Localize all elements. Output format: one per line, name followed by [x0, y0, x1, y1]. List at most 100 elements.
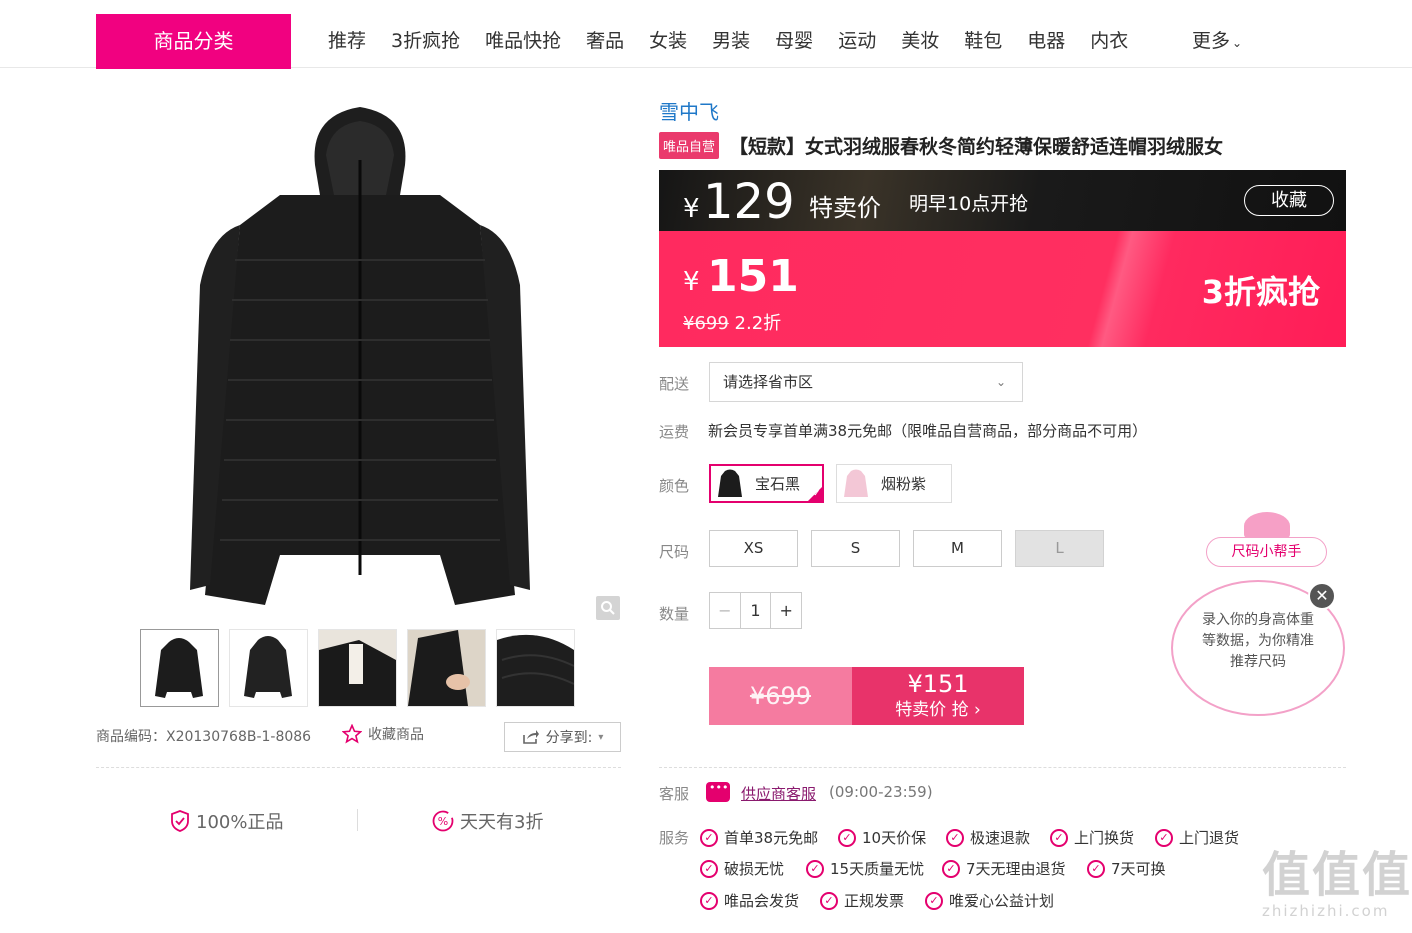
original-price: ¥699 [683, 313, 729, 334]
main-product-image [140, 85, 580, 620]
buy-action-label: 特卖价 抢 [895, 700, 969, 720]
thumbnail-front[interactable] [140, 629, 219, 707]
size-helper-button[interactable]: 尺码小帮手 [1206, 537, 1327, 567]
delivery-label: 配送 [659, 375, 690, 393]
buy-action: 特卖价 抢 › [852, 699, 1024, 721]
service-item-label: 唯品会发货 [724, 892, 800, 910]
service-item: ✓ 7天无理由退货 [942, 858, 1066, 879]
thumbnail-model-closeup[interactable] [318, 629, 397, 707]
thumbnail-detail[interactable] [496, 629, 575, 707]
thumbnail-model-hand[interactable] [407, 629, 486, 707]
sale-start-time: 明早10点开抢 [909, 193, 1029, 215]
nav-item-luxury[interactable]: 奢品 [586, 26, 624, 56]
service-item: ✓ 极速退款 [946, 827, 1030, 848]
check-circle-icon: ✓ [946, 828, 964, 847]
address-select[interactable]: 请选择省市区 ⌄ [709, 362, 1023, 402]
self-operated-badge: 唯品自营 [659, 132, 720, 159]
color-swatch-pink [844, 469, 868, 497]
current-price-banner: ¥ 151 ¥699 2.2折 3折疯抢 [659, 231, 1346, 347]
selected-check-icon [807, 486, 823, 502]
star-icon [342, 724, 362, 744]
watermark-logo: 值值值 [1262, 847, 1412, 903]
current-price-currency: ¥ [683, 267, 700, 297]
percent-icon: % [432, 810, 454, 832]
size-option-l[interactable]: L [1015, 530, 1104, 567]
svg-text:%: % [438, 815, 448, 828]
service-item-label: 唯爱心公益计划 [949, 892, 1055, 910]
favorite-button[interactable]: 收藏 [1244, 185, 1334, 216]
nav-item-beauty[interactable]: 美妆 [901, 26, 939, 56]
category-button[interactable]: 商品分类 [96, 14, 291, 69]
thumbnail-back[interactable] [229, 629, 308, 707]
nav-item-shoes-bags[interactable]: 鞋包 [964, 26, 1002, 56]
product-title: 【短款】女式羽绒服春秋冬简约轻薄保暖舒适连帽羽绒服女 [729, 136, 1224, 158]
nav-item-30-off[interactable]: 3折疯抢 [391, 26, 460, 56]
share-icon [522, 730, 539, 744]
nav-item-flash[interactable]: 唯品快抢 [485, 26, 561, 56]
zoom-icon[interactable] [596, 596, 620, 620]
color-option-black[interactable]: 宝石黑 [709, 464, 824, 503]
original-price-row: ¥699 2.2折 [683, 309, 781, 335]
size-option-xs[interactable]: XS [709, 530, 798, 567]
service-item-label: 10天价保 [862, 829, 927, 847]
close-icon[interactable]: ✕ [1308, 582, 1336, 610]
size-option-m[interactable]: M [913, 530, 1002, 567]
size-label: 尺码 [659, 543, 690, 561]
special-price-currency: ¥ [683, 194, 700, 224]
nav-item-women[interactable]: 女装 [649, 26, 687, 56]
quantity-increase-button[interactable]: + [770, 593, 801, 628]
nav-more[interactable]: 更多 ⌄ [1192, 26, 1242, 58]
chevron-down-icon: ⌄ [1232, 36, 1243, 50]
nav-item-underwear[interactable]: 内衣 [1090, 26, 1128, 56]
guarantee-daily-deal: % 天天有3折 [432, 808, 543, 834]
quantity-decrease-button[interactable]: − [710, 593, 741, 628]
discount-rate: 2.2折 [734, 313, 782, 334]
promo-tag: 3折疯抢 [1201, 273, 1320, 311]
check-circle-icon: ✓ [925, 891, 943, 910]
chevron-down-icon: ▾ [598, 731, 604, 743]
share-button[interactable]: 分享到: ▾ [504, 722, 621, 752]
service-item-label: 15天质量无忧 [830, 860, 925, 878]
check-circle-icon: ✓ [1155, 828, 1173, 847]
address-select-value: 请选择省市区 [723, 373, 814, 391]
chat-icon [706, 781, 730, 802]
check-circle-icon: ✓ [1050, 828, 1068, 847]
guarantee-separator [357, 809, 358, 831]
right-divider [659, 767, 1346, 768]
service-item: ✓ 首单38元免邮 [700, 827, 818, 848]
left-divider [96, 767, 621, 768]
check-circle-icon: ✓ [1087, 859, 1105, 878]
service-item-label: 7天可换 [1111, 860, 1166, 878]
favorite-product-link[interactable]: 收藏商品 [342, 724, 424, 744]
brand-link[interactable]: 雪中飞 [659, 96, 719, 125]
customer-service-label: 客服 [659, 785, 690, 803]
guarantee-daily-deal-label: 天天有3折 [460, 812, 544, 833]
check-circle-icon: ✓ [700, 828, 718, 847]
service-item-label: 7天无理由退货 [966, 860, 1066, 878]
color-option-pink[interactable]: 烟粉紫 [836, 464, 952, 503]
services-label: 服务 [659, 829, 690, 847]
service-hours: (09:00-23:59) [829, 783, 933, 801]
nav-item-recommend[interactable]: 推荐 [328, 26, 366, 56]
shield-icon [171, 810, 189, 832]
nav-item-appliances[interactable]: 电器 [1027, 26, 1065, 56]
watermark: 值值值 zhizhizhi.com [1262, 848, 1412, 920]
supplier-service-link[interactable]: 供应商客服 [741, 783, 816, 804]
check-circle-icon: ✓ [806, 859, 824, 878]
nav-item-baby[interactable]: 母婴 [775, 26, 813, 56]
buy-button[interactable]: ¥699 ¥151 特卖价 抢 › [709, 667, 1024, 725]
color-option-label: 烟粉紫 [881, 475, 927, 493]
color-option-label: 宝石黑 [755, 475, 801, 493]
nav-item-men[interactable]: 男装 [712, 26, 750, 56]
quantity-value[interactable]: 1 [741, 593, 771, 628]
service-item: ✓ 唯品会发货 [700, 890, 799, 911]
size-option-s[interactable]: S [811, 530, 900, 567]
chevron-right-icon: › [974, 700, 981, 720]
guarantee-authentic: 100%正品 [170, 808, 283, 834]
thumbnail-strip [140, 629, 575, 707]
shipping-label: 运费 [659, 423, 690, 441]
nav-item-sports[interactable]: 运动 [838, 26, 876, 56]
favorite-product-label: 收藏商品 [368, 727, 424, 743]
watermark-url: zhizhizhi.com [1262, 902, 1390, 920]
check-circle-icon: ✓ [700, 859, 718, 878]
